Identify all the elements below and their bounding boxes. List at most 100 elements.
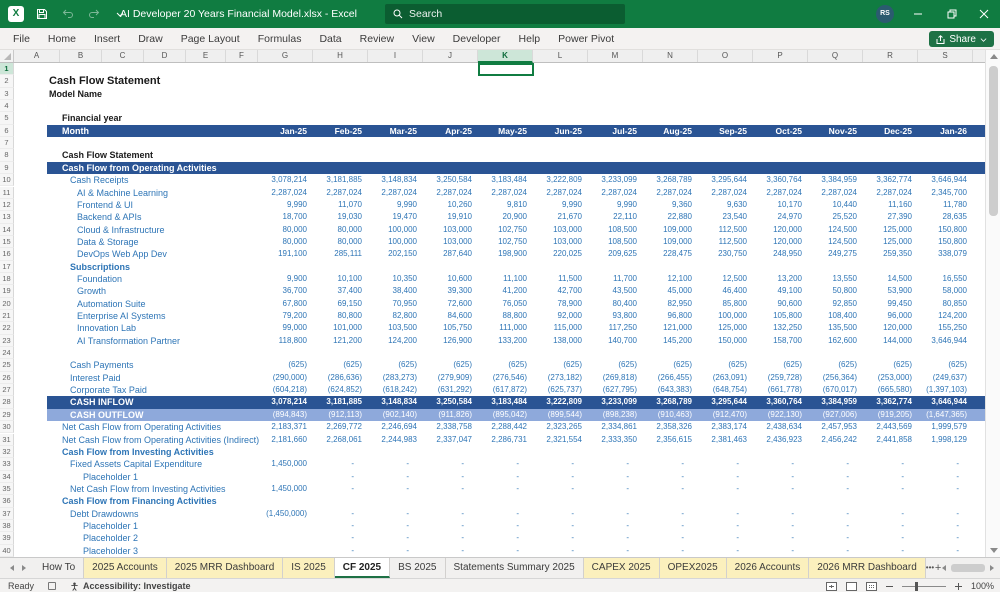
column-header-K[interactable]: K xyxy=(478,50,533,63)
row-number[interactable]: 34 xyxy=(0,470,14,483)
cell[interactable]: 150,000 xyxy=(698,335,753,347)
ribbon-tab-page-layout[interactable]: Page Layout xyxy=(172,28,249,50)
cell[interactable]: 3,181,885 xyxy=(313,174,368,186)
sheet-nav-left-icon[interactable] xyxy=(10,565,14,571)
cell[interactable]: Feb-25 xyxy=(313,125,368,137)
cell[interactable]: 121,000 xyxy=(643,322,698,334)
row-label-cell[interactable]: Cash Flow from Investing Activities xyxy=(62,446,214,458)
cell[interactable]: (625) xyxy=(753,359,808,371)
cell[interactable]: - xyxy=(863,508,918,520)
cell[interactable]: (625) xyxy=(313,359,368,371)
cell[interactable]: Sep-25 xyxy=(698,125,753,137)
sheet-tab-cf-2025[interactable]: CF 2025 xyxy=(334,558,391,578)
cell[interactable]: 9,990 xyxy=(258,199,313,211)
cell[interactable]: - xyxy=(313,471,368,483)
cell[interactable]: 2,338,758 xyxy=(423,421,478,433)
cell[interactable]: 105,800 xyxy=(753,310,808,322)
cell[interactable]: 285,111 xyxy=(313,248,368,260)
cell[interactable]: 101,000 xyxy=(313,322,368,334)
cell[interactable]: 41,200 xyxy=(478,285,533,297)
scroll-up-icon[interactable] xyxy=(986,50,1000,63)
cell[interactable]: - xyxy=(698,471,753,483)
cell[interactable]: 1,450,000 xyxy=(258,483,313,495)
row-number[interactable]: 36 xyxy=(0,495,14,508)
cell[interactable]: (279,909) xyxy=(423,372,478,384)
column-header-F[interactable]: F xyxy=(226,50,258,62)
cell[interactable]: - xyxy=(863,483,918,495)
cell[interactable]: 42,700 xyxy=(533,285,588,297)
cell[interactable]: (902,140) xyxy=(368,409,423,421)
row-label-cell[interactable]: Placeholder 3 xyxy=(83,545,138,557)
cell[interactable]: 2,246,694 xyxy=(368,421,423,433)
cell[interactable]: (625) xyxy=(863,359,918,371)
cell[interactable]: - xyxy=(698,532,753,544)
cell[interactable]: (290,000) xyxy=(258,372,313,384)
row-number[interactable]: 13 xyxy=(0,211,14,224)
ribbon-tab-view[interactable]: View xyxy=(403,28,444,50)
cell[interactable]: 125,000 xyxy=(863,224,918,236)
cell[interactable]: 3,384,959 xyxy=(808,174,863,186)
scroll-down-icon[interactable] xyxy=(986,544,1000,557)
cell[interactable]: (286,636) xyxy=(313,372,368,384)
cell[interactable]: - xyxy=(423,471,478,483)
cell[interactable]: 117,250 xyxy=(588,322,643,334)
cell[interactable]: 11,780 xyxy=(918,199,973,211)
cell[interactable]: 84,600 xyxy=(423,310,478,322)
cell[interactable]: 3,233,099 xyxy=(588,174,643,186)
cell[interactable]: 3,268,789 xyxy=(643,174,698,186)
cell[interactable]: - xyxy=(423,458,478,470)
save-icon[interactable] xyxy=(34,6,50,22)
row-label-cell[interactable]: Placeholder 1 xyxy=(83,520,138,532)
cell[interactable]: 108,500 xyxy=(588,224,643,236)
ribbon-tab-file[interactable]: File xyxy=(4,28,39,50)
cell[interactable]: 3,222,809 xyxy=(533,396,588,408)
cell[interactable]: 10,260 xyxy=(423,199,478,211)
cell[interactable]: 103,000 xyxy=(533,236,588,248)
row-label-cell[interactable]: Financial year xyxy=(62,112,122,124)
cell[interactable]: 49,100 xyxy=(753,285,808,297)
row-number[interactable]: 7 xyxy=(0,137,14,150)
cell[interactable]: 2,333,350 xyxy=(588,434,643,446)
cell[interactable]: 11,070 xyxy=(313,199,368,211)
cell[interactable]: 80,000 xyxy=(313,224,368,236)
cell[interactable]: 2,287,024 xyxy=(808,187,863,199)
row-number[interactable]: 23 xyxy=(0,334,14,348)
row-number[interactable]: 1 xyxy=(0,63,14,76)
row-number[interactable]: 30 xyxy=(0,421,14,434)
cell[interactable]: - xyxy=(588,508,643,520)
row-number[interactable]: 9 xyxy=(0,161,14,175)
scroll-right-icon[interactable] xyxy=(990,565,994,571)
cell[interactable]: 80,850 xyxy=(918,298,973,310)
cell[interactable]: (1,450,000) xyxy=(258,508,313,520)
cell[interactable]: - xyxy=(588,545,643,557)
cell[interactable]: 14,500 xyxy=(863,273,918,285)
cell[interactable]: 12,100 xyxy=(643,273,698,285)
cell[interactable]: 99,000 xyxy=(258,322,313,334)
cell[interactable]: 82,800 xyxy=(368,310,423,322)
cell[interactable]: 3,183,484 xyxy=(478,396,533,408)
cell[interactable]: 78,900 xyxy=(533,298,588,310)
cell[interactable]: 2,438,634 xyxy=(753,421,808,433)
column-header-Q[interactable]: Q xyxy=(808,50,863,62)
cell[interactable]: - xyxy=(478,532,533,544)
cell[interactable]: 133,200 xyxy=(478,335,533,347)
row-label-cell[interactable]: Enterprise AI Systems xyxy=(77,310,166,322)
row-number[interactable]: 39 xyxy=(0,532,14,545)
cell[interactable]: 80,800 xyxy=(313,310,368,322)
cell[interactable]: (919,205) xyxy=(863,409,918,421)
cell[interactable]: - xyxy=(753,545,808,557)
row-number[interactable]: 8 xyxy=(0,149,14,162)
cell[interactable]: 72,600 xyxy=(423,298,478,310)
cell[interactable]: 124,200 xyxy=(368,335,423,347)
cell[interactable]: 132,250 xyxy=(753,322,808,334)
column-header-A[interactable]: A xyxy=(14,50,60,62)
cell[interactable]: (625) xyxy=(918,359,973,371)
column-header-C[interactable]: C xyxy=(102,50,144,62)
cell[interactable]: 150,800 xyxy=(918,224,973,236)
sheet-tab-bs-2025[interactable]: BS 2025 xyxy=(390,558,446,578)
zoom-slider-thumb[interactable] xyxy=(914,581,918,591)
cell[interactable]: 80,000 xyxy=(313,236,368,248)
cell[interactable]: 248,950 xyxy=(753,248,808,260)
cell[interactable]: 100,000 xyxy=(368,224,423,236)
cell[interactable]: (283,273) xyxy=(368,372,423,384)
